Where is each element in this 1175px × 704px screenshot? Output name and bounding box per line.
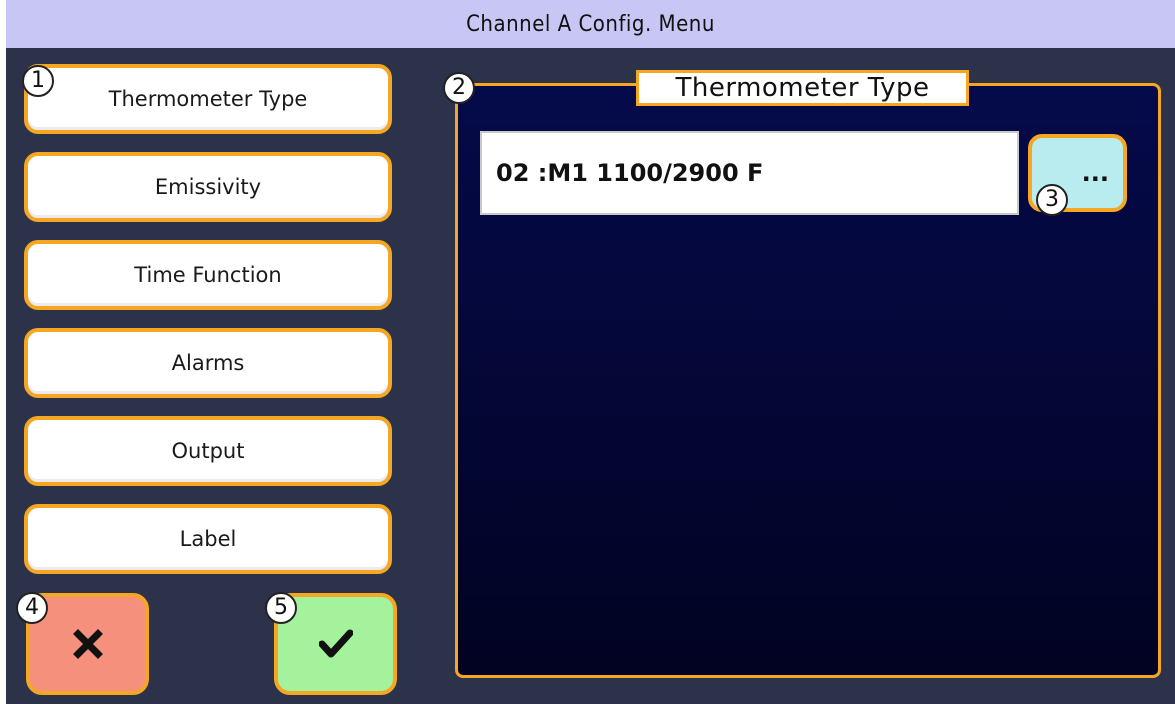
callout-badge-1: 1 — [22, 65, 54, 97]
callout-badge-2: 2 — [443, 72, 475, 104]
close-x-icon — [72, 629, 103, 659]
menu-item-alarms[interactable]: Alarms — [24, 328, 392, 398]
menu-item-label: Output — [171, 439, 245, 463]
menu-item-label: Time Function — [134, 263, 282, 287]
menu-item-thermometer-type[interactable]: Thermometer Type — [24, 64, 392, 134]
menu-item-label[interactable]: Label — [24, 504, 392, 574]
window-title: Channel A Config. Menu — [6, 0, 1175, 48]
panel-title: Thermometer Type — [636, 70, 969, 106]
menu-item-label-text: Label — [179, 527, 237, 551]
callout-badge-5: 5 — [265, 592, 297, 624]
menu-item-output[interactable]: Output — [24, 416, 392, 486]
thermometer-type-field[interactable]: 02 :M1 1100/2900 F — [480, 131, 1019, 215]
callout-badge-3: 3 — [1036, 184, 1068, 216]
callout-badge-4: 4 — [16, 592, 48, 624]
menu-item-label: Emissivity — [154, 175, 262, 199]
menu-item-label: Thermometer Type — [108, 87, 308, 111]
menu-item-emissivity[interactable]: Emissivity — [24, 152, 392, 222]
menu-item-time-function[interactable]: Time Function — [24, 240, 392, 310]
checkmark-icon — [318, 629, 353, 658]
menu-item-label: Alarms — [171, 351, 245, 375]
